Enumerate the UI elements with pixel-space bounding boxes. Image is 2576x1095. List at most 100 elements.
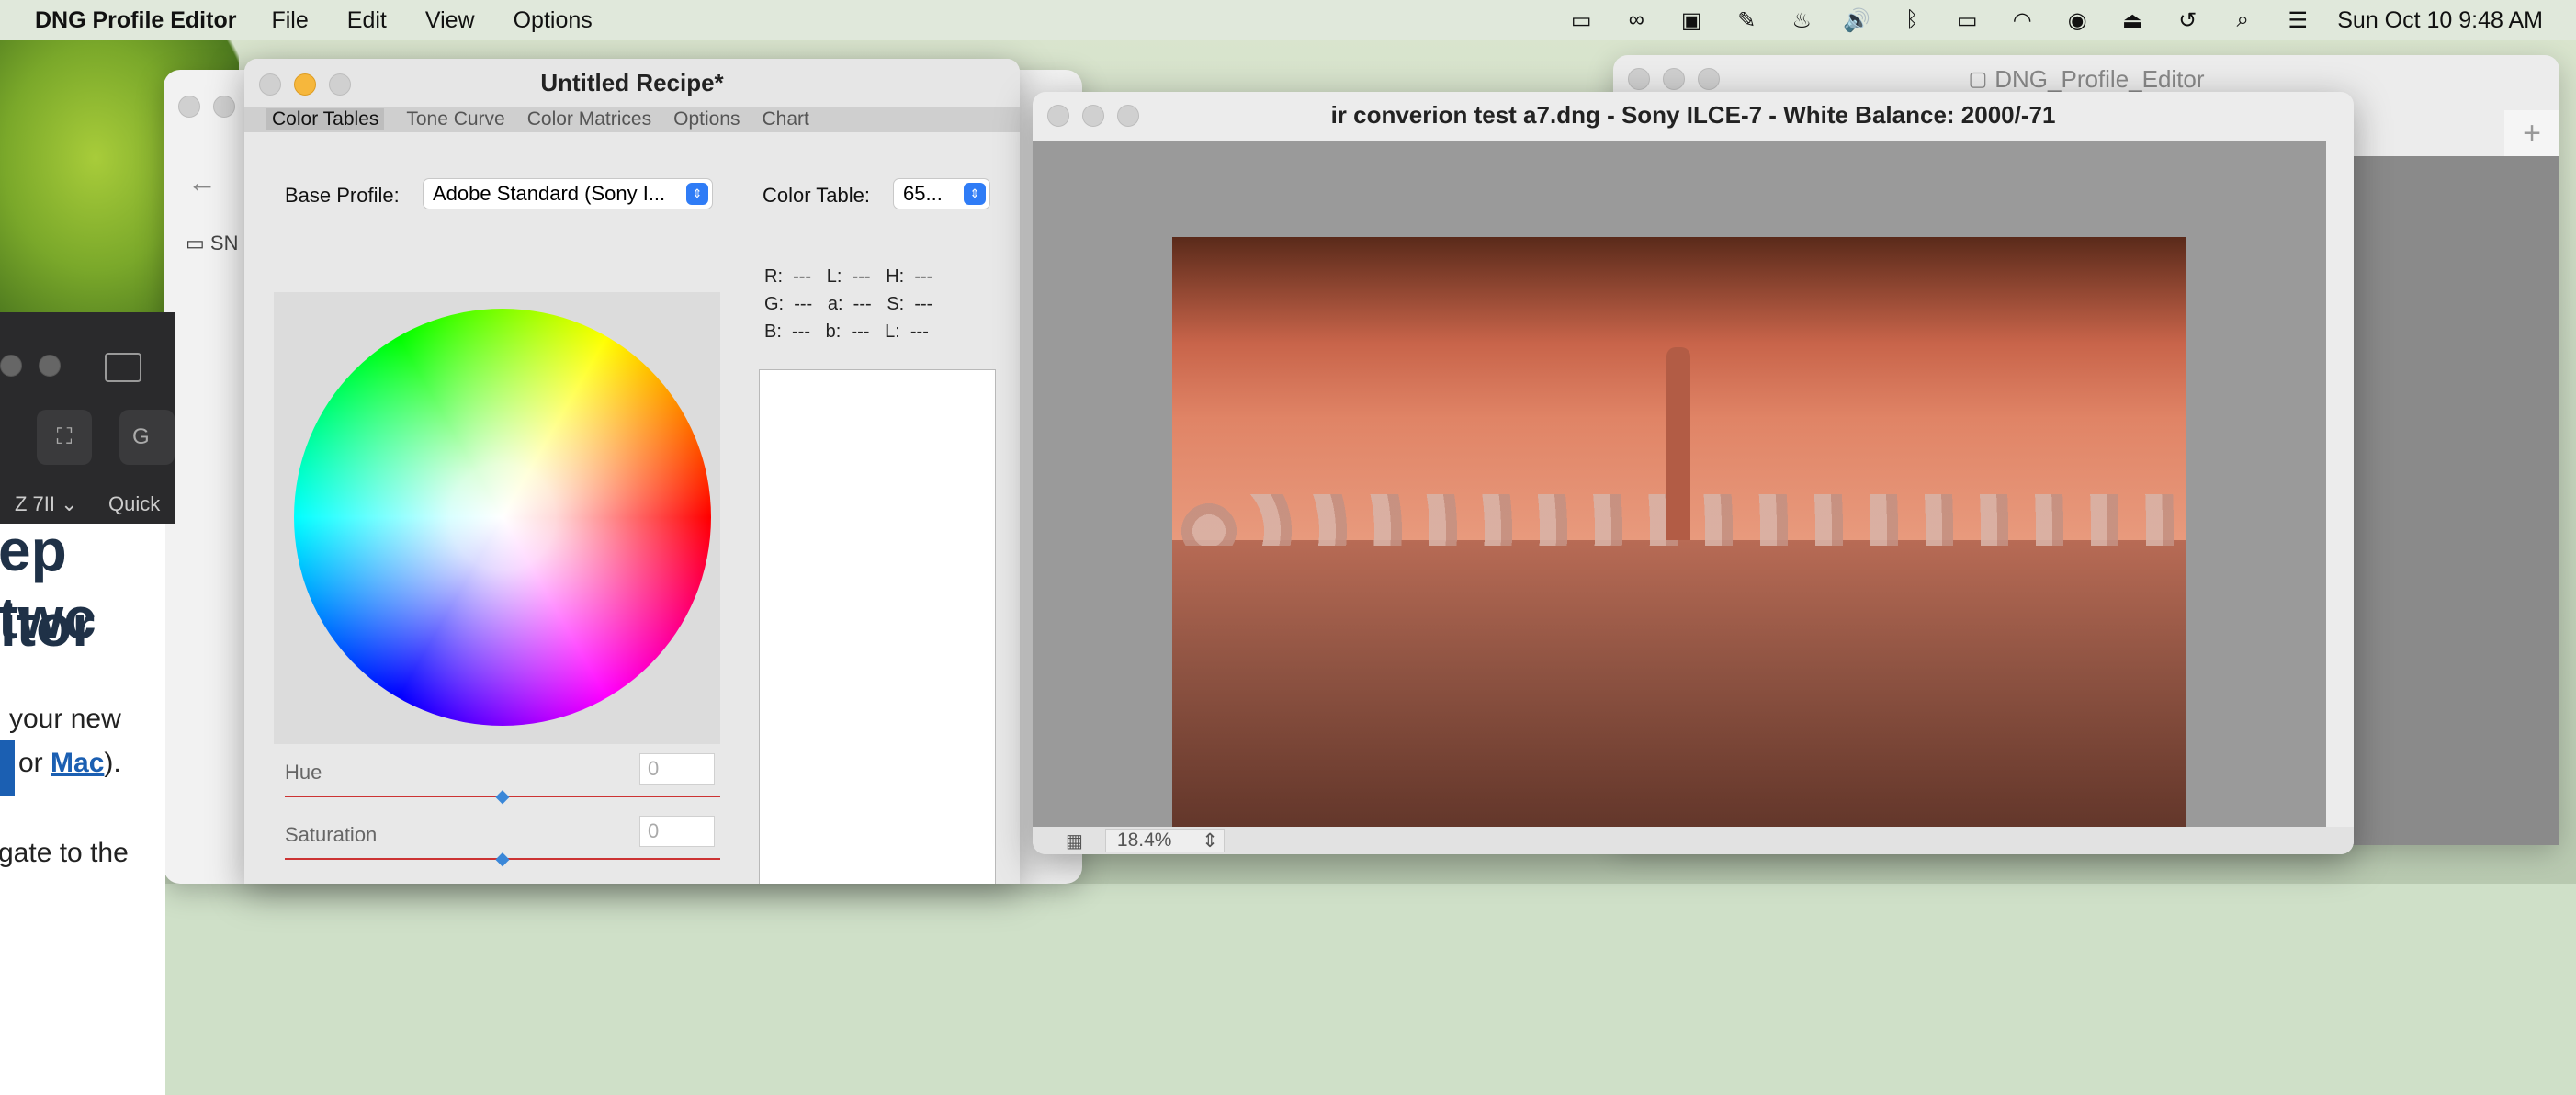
bluetooth-icon[interactable]: ᛒ bbox=[1896, 7, 1927, 32]
recipe-window-controls bbox=[259, 73, 351, 96]
folder-icon: ▢ bbox=[1968, 67, 1988, 90]
color-table-popup[interactable]: 65... ⇕ bbox=[893, 178, 990, 209]
creative-cloud-icon[interactable]: ∞ bbox=[1621, 7, 1652, 32]
base-profile-popup[interactable]: Adobe Standard (Sony I... ⇕ bbox=[423, 178, 713, 209]
back-arrow-icon[interactable]: ← bbox=[187, 165, 217, 199]
close-button[interactable] bbox=[1628, 68, 1650, 90]
volume-icon[interactable]: 🔊 bbox=[1841, 8, 1872, 33]
readout-row-3: B: --- b: --- L: --- bbox=[764, 322, 929, 342]
minimize-button[interactable] bbox=[39, 355, 61, 377]
color-wheel-center bbox=[294, 309, 711, 726]
wifi-icon[interactable]: ◠ bbox=[2006, 8, 2038, 33]
clock[interactable]: Sun Oct 10 9:48 AM bbox=[2337, 7, 2543, 34]
time-machine-icon[interactable]: ↺ bbox=[2172, 8, 2203, 33]
photo-tower bbox=[1666, 347, 1690, 540]
minimize-button[interactable] bbox=[213, 96, 235, 118]
minimize-button[interactable] bbox=[1663, 68, 1685, 90]
web-sidebar-tab[interactable] bbox=[0, 740, 15, 796]
display-icon[interactable]: ▭ bbox=[1565, 8, 1597, 33]
battery-icon[interactable]: ▭ bbox=[1951, 8, 1983, 33]
menu-options[interactable]: Options bbox=[514, 7, 593, 34]
close-button[interactable] bbox=[178, 96, 200, 118]
folder-label: SN bbox=[209, 231, 239, 254]
quick-label[interactable]: Quick bbox=[108, 492, 160, 516]
camera-model-label: Z 7II bbox=[15, 492, 56, 515]
tab-chart[interactable]: Chart bbox=[762, 108, 808, 130]
search-icon[interactable]: ⌕ bbox=[2227, 7, 2258, 32]
eject-icon[interactable]: ⏏ bbox=[2117, 8, 2148, 33]
close-button[interactable] bbox=[0, 355, 22, 377]
camera-model-menu[interactable]: Z 7II ⌄ bbox=[15, 492, 78, 516]
popup-stepper-icon: ⇕ bbox=[686, 183, 708, 205]
finder-content-area bbox=[2348, 156, 2559, 845]
zoom-stepper-icon[interactable]: ⇕ bbox=[1202, 830, 1218, 852]
web-dark-toolbar: ⛶ G Z 7II ⌄ Quick bbox=[0, 312, 175, 524]
color-table-value: 65... bbox=[903, 182, 943, 205]
saturation-value-field[interactable]: 0 bbox=[639, 816, 715, 847]
tab-options[interactable]: Options bbox=[673, 108, 740, 130]
zoom-button[interactable] bbox=[1117, 105, 1139, 127]
menu-bar: DNG Profile Editor File Edit View Option… bbox=[0, 0, 2576, 40]
base-profile-label: Base Profile: bbox=[285, 184, 400, 207]
page-heading-line2: itor bbox=[0, 593, 96, 659]
menu-edit[interactable]: Edit bbox=[347, 7, 387, 34]
readout-row-1: R: --- L: --- H: --- bbox=[764, 266, 933, 287]
folder-icon: ▭ SN bbox=[186, 231, 239, 254]
tab-tone-curve[interactable]: Tone Curve bbox=[406, 108, 504, 130]
flame-icon[interactable]: ♨ bbox=[1786, 8, 1817, 33]
infrared-photo[interactable] bbox=[1172, 237, 2186, 854]
hue-slider-thumb[interactable]: ◆ bbox=[492, 786, 513, 807]
finder-title: DNG_Profile_Editor bbox=[1994, 64, 2205, 93]
expand-icon[interactable]: ⛶ bbox=[37, 410, 92, 465]
body-text-suffix: ). bbox=[104, 748, 121, 778]
control-center-icon[interactable]: ☰ bbox=[2282, 8, 2313, 33]
hue-value-field[interactable]: 0 bbox=[639, 753, 715, 785]
web-window-controls bbox=[0, 355, 61, 377]
color-table-label: Color Table: bbox=[763, 184, 870, 207]
image-window: ir converion test a7.dng - Sony ILCE-7 -… bbox=[1033, 92, 2354, 854]
color-table-list[interactable] bbox=[759, 369, 996, 884]
zoom-button[interactable] bbox=[1698, 68, 1720, 90]
menu-view[interactable]: View bbox=[425, 7, 475, 34]
saturation-label: Saturation bbox=[285, 823, 378, 846]
close-button[interactable] bbox=[1047, 105, 1069, 127]
tab-color-tables[interactable]: Color Tables bbox=[266, 108, 385, 130]
menu-file[interactable]: File bbox=[271, 7, 308, 34]
photo-ground bbox=[1172, 540, 2186, 854]
body-text-prefix: or bbox=[18, 748, 51, 778]
g-icon[interactable]: G bbox=[119, 410, 175, 465]
zoom-value: 18.4% bbox=[1116, 830, 1172, 851]
image-title: ir converion test a7.dng - Sony ILCE-7 -… bbox=[1330, 100, 2056, 129]
body-text-line1: your new bbox=[9, 704, 121, 734]
recipe-tabs: Color Tables Tone Curve Color Matrices O… bbox=[244, 107, 1020, 132]
minimize-button[interactable] bbox=[294, 73, 316, 96]
color-swatch-icon: ▦ bbox=[1066, 830, 1083, 852]
body-text-line3: gate to the bbox=[0, 838, 129, 868]
saturation-slider-thumb[interactable]: ◆ bbox=[492, 849, 513, 869]
user-icon[interactable]: ◉ bbox=[2062, 8, 2093, 33]
close-button[interactable] bbox=[259, 73, 281, 96]
browser-window-controls bbox=[178, 96, 235, 118]
new-tab-plus-icon[interactable]: + bbox=[2504, 110, 2559, 156]
image-titlebar: ir converion test a7.dng - Sony ILCE-7 -… bbox=[1033, 92, 2354, 138]
sidebar-icon[interactable] bbox=[105, 353, 141, 382]
tab-color-matrices[interactable]: Color Matrices bbox=[527, 108, 651, 130]
recipe-titlebar: Untitled Recipe* bbox=[244, 59, 1020, 107]
app-menu[interactable]: DNG Profile Editor bbox=[35, 7, 236, 34]
body-text-line2: or Mac). bbox=[18, 748, 121, 779]
zoom-field[interactable]: 18.4% ⇕ bbox=[1104, 829, 1225, 852]
zoom-button[interactable] bbox=[329, 73, 351, 96]
status-menu-extras: ▭ ∞ ▣ ✎ ♨ 🔊 ᛒ ▭ ◠ ◉ ⏏ ↺ ⌕ ☰ Sun Oct 10 9… bbox=[1565, 0, 2543, 40]
image-statusbar: ▦ 18.4% ⇕ bbox=[1033, 827, 2354, 854]
base-profile-value: Adobe Standard (Sony I... bbox=[433, 182, 666, 205]
web-page-content: ep twc itor your new or Mac). gate to th… bbox=[0, 517, 165, 1095]
image-window-controls bbox=[1047, 105, 1139, 127]
popup-stepper-icon: ⇕ bbox=[964, 183, 986, 205]
evernote-icon[interactable]: ✎ bbox=[1731, 8, 1762, 33]
recipe-title: Untitled Recipe* bbox=[540, 68, 724, 96]
activity-monitor-icon[interactable]: ▣ bbox=[1676, 8, 1707, 33]
minimize-button[interactable] bbox=[1082, 105, 1104, 127]
finder-window-controls bbox=[1628, 68, 1720, 90]
mac-link[interactable]: Mac bbox=[51, 748, 104, 778]
hue-label: Hue bbox=[285, 761, 322, 784]
